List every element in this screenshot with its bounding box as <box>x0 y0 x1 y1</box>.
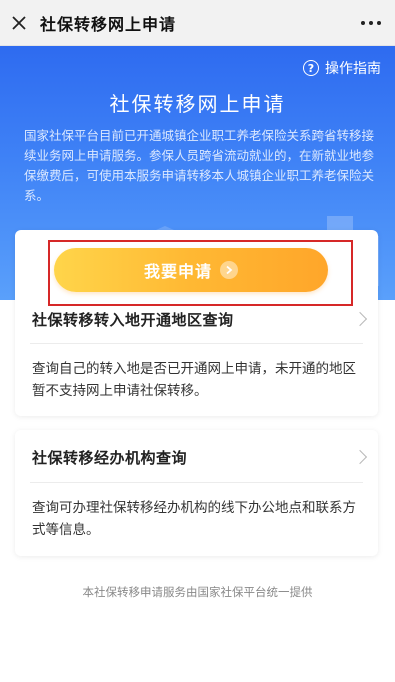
navbar-title: 社保转移网上申请 <box>40 14 177 34</box>
hero-description: 国家社保平台目前已开通城镇企业职工养老保险关系跨省转移接续业务网上申请服务。参保… <box>24 128 375 203</box>
footer-note: 本社保转移申请服务由国家社保平台统一提供 <box>82 585 313 599</box>
divider <box>30 343 363 344</box>
guide-label: 操作指南 <box>325 61 381 77</box>
more-icon-dot <box>361 21 365 25</box>
more-button[interactable] <box>361 0 381 46</box>
close-icon <box>12 15 26 30</box>
navbar: 社保转移网上申请 <box>0 0 395 46</box>
section-title-agency-query[interactable]: 社保转移经办机构查询 <box>32 447 187 468</box>
more-icon-dot <box>369 21 373 25</box>
divider <box>30 482 363 483</box>
page: 社保转移网上申请 ? 操作指南 社保转移网上申请 国家社保平台目前已开通城镇企业… <box>0 0 395 682</box>
hero-title: 社保转移网上申请 <box>109 92 286 116</box>
question-icon: ? <box>303 60 319 76</box>
guide-link[interactable]: ? 操作指南 <box>303 58 381 78</box>
section-title-region-query[interactable]: 社保转移转入地开通地区查询 <box>32 309 234 330</box>
section-description-agency-query: 查询可办理社保转移经办机构的线下办公地点和联系方式等信息。 <box>32 500 356 538</box>
more-icon-dot <box>377 21 381 25</box>
close-button[interactable] <box>2 0 36 46</box>
highlight-box <box>48 240 353 306</box>
section-description-region-query: 查询自己的转入地是否已开通网上申请，未开通的地区暂不支持网上申请社保转移。 <box>32 361 356 399</box>
